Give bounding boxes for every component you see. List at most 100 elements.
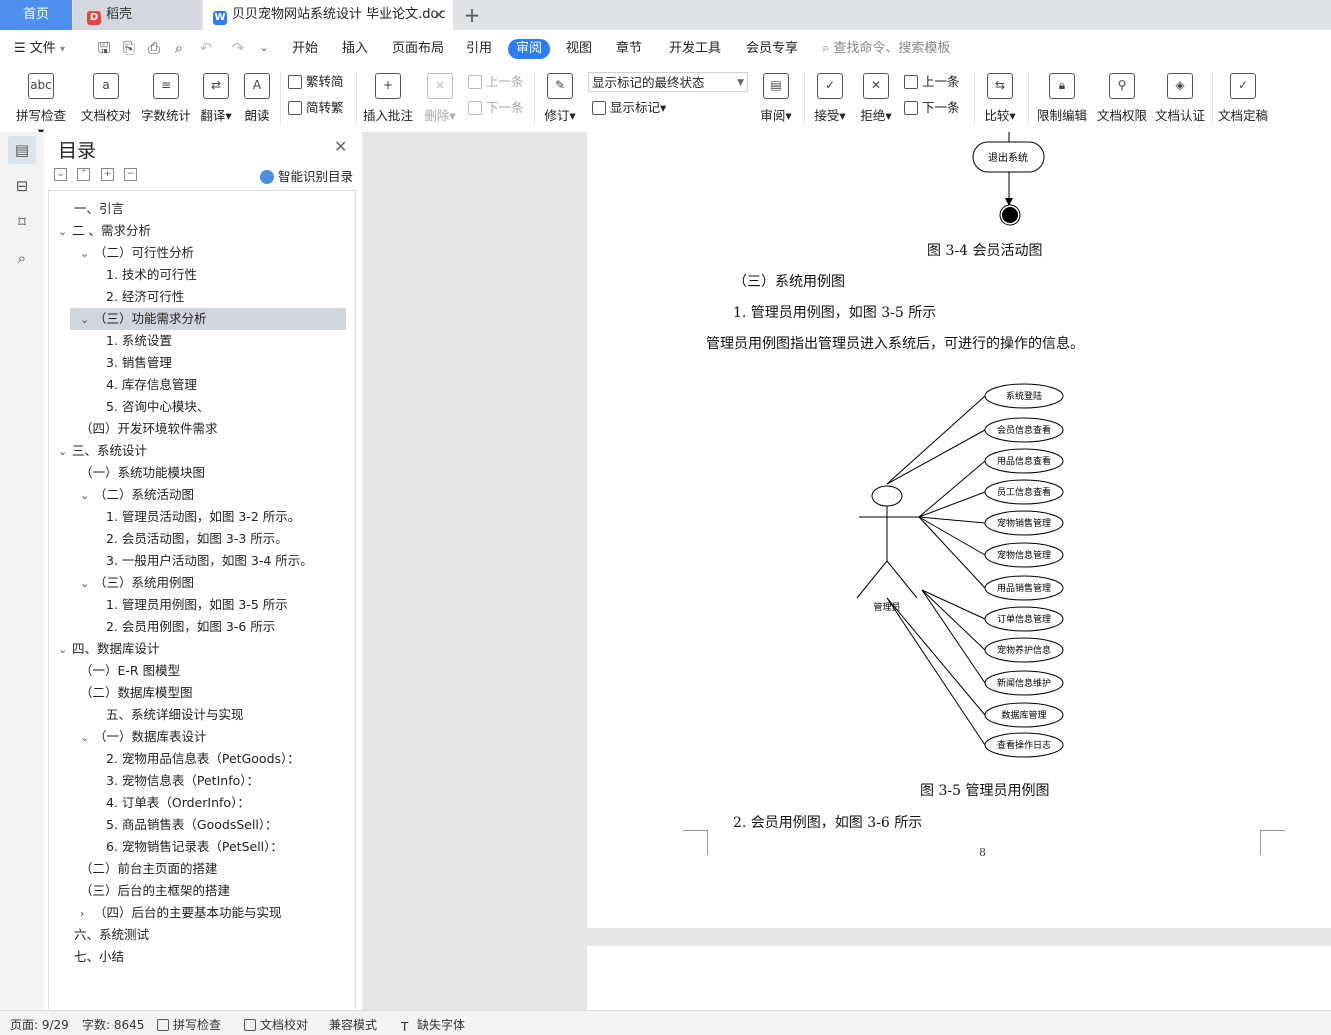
toc-item[interactable]: ⌄ （一）数据库表设计: [80, 726, 207, 748]
prev-comment-button[interactable]: 上一条: [468, 73, 524, 91]
toc-item[interactable]: 3. 销售管理: [106, 352, 172, 374]
menu-page-layout[interactable]: 页面布局: [392, 39, 444, 59]
chevron-down-icon[interactable]: ⌄: [80, 243, 94, 265]
toc-item[interactable]: 2. 会员活动图，如图 3-3 所示。: [106, 528, 288, 550]
new-tab-button[interactable]: +: [462, 0, 482, 30]
toc-item[interactable]: 2. 会员用例图，如图 3-6 所示: [106, 616, 275, 638]
menu-view[interactable]: 视图: [566, 39, 592, 59]
toc-item[interactable]: 七、小结: [74, 946, 124, 968]
chevron-down-icon[interactable]: ⌄: [58, 639, 72, 661]
status-proofread[interactable]: 文档校对: [244, 1016, 308, 1033]
insert-comment-button[interactable]: + 插入批注: [362, 71, 414, 127]
track-changes-button[interactable]: ✎ 修订▾: [542, 71, 578, 127]
restrict-edit-button[interactable]: 🔒︎ 限制编辑: [1036, 71, 1088, 127]
simp-to-trad-button[interactable]: 简转繁: [288, 99, 344, 117]
menu-review[interactable]: 审阅: [508, 39, 551, 59]
tab-home[interactable]: 首页: [0, 0, 72, 30]
print-preview-icon[interactable]: ⌕: [169, 38, 189, 58]
toc-item[interactable]: ⌄ 四、数据库设计: [58, 638, 160, 660]
markup-state-select[interactable]: 显示标记的最终状态 ▼: [588, 72, 748, 92]
toc-item[interactable]: ⌄ 二 、需求分析: [58, 220, 151, 242]
toc-item[interactable]: （一）系统功能模块图: [80, 462, 205, 484]
toc-item[interactable]: 4. 库存信息管理: [106, 374, 197, 396]
prev-change-button[interactable]: 上一条: [904, 73, 960, 91]
toc-item[interactable]: 1. 系统设置: [106, 330, 172, 352]
toc-item[interactable]: 一、引言: [74, 198, 124, 220]
show-markup-button[interactable]: 显示标记▾: [592, 99, 666, 117]
save-icon[interactable]: 🖫: [94, 38, 114, 58]
remove-heading-icon[interactable]: −: [124, 168, 137, 181]
close-icon[interactable]: ✕: [334, 137, 347, 156]
expand-up-icon[interactable]: ⌃: [77, 168, 90, 181]
toc-item[interactable]: 5. 咨询中心模块、: [106, 396, 209, 418]
bookmark-icon[interactable]: ⌑: [8, 208, 36, 236]
tab-document[interactable]: W 贝贝宠物网站系统设计 毕业论文.doc ×: [203, 0, 453, 30]
tab-daoke[interactable]: D 稻壳: [73, 0, 201, 30]
review-pane-button[interactable]: ▤ 审阅▾: [758, 71, 794, 127]
toc-item[interactable]: （一）E-R 图模型: [80, 660, 180, 682]
compare-button[interactable]: ⇆ 比较▾: [982, 71, 1018, 127]
proofread-button[interactable]: a 文档校对: [80, 71, 132, 127]
chevron-down-icon[interactable]: ⌄: [80, 485, 94, 507]
toc-item[interactable]: 4. 订单表（OrderInfo）：: [106, 792, 250, 814]
toc-item[interactable]: ⌄ 三、系统设计: [58, 440, 147, 462]
add-heading-icon[interactable]: +: [101, 168, 114, 181]
chevron-right-icon[interactable]: ›: [80, 903, 94, 925]
command-search[interactable]: ⌕ 查找命令、搜索模板: [822, 39, 950, 59]
menu-developer[interactable]: 开发工具: [669, 39, 721, 59]
toc-item[interactable]: 3. 一般用户活动图，如图 3-4 所示。: [106, 550, 313, 572]
menu-chapter[interactable]: 章节: [616, 39, 642, 59]
toc-item[interactable]: 2. 宠物用品信息表（PetGoods）：: [106, 748, 300, 770]
export-icon[interactable]: ⎘: [119, 38, 139, 58]
doc-certify-button[interactable]: ◈ 文档认证: [1154, 71, 1206, 127]
reject-button[interactable]: ✕ 拒绝▾: [858, 71, 894, 127]
doc-permission-button[interactable]: ⚲ 文档权限: [1096, 71, 1148, 127]
toc-item[interactable]: （二）前台主页面的搭建: [80, 858, 218, 880]
collapse-all-icon[interactable]: ⌄: [54, 168, 67, 181]
toc-item[interactable]: ⌄ （三）系统用例图: [80, 572, 194, 594]
chevron-down-icon[interactable]: ⌄: [58, 221, 72, 243]
menu-insert[interactable]: 插入: [342, 39, 368, 59]
chevron-down-icon[interactable]: ⌄: [80, 573, 94, 595]
toc-item[interactable]: ⌄ （二）可行性分析: [80, 242, 194, 264]
translate-button[interactable]: ⇄ 翻译▾: [198, 71, 234, 127]
toc-item[interactable]: 6. 宠物销售记录表（PetSell）：: [106, 836, 283, 858]
toc-panel-icon[interactable]: ▤: [8, 136, 36, 164]
redo-icon[interactable]: ↷: [228, 38, 248, 58]
close-tab-icon[interactable]: ×: [433, 0, 445, 30]
chevron-down-icon[interactable]: ⌄: [80, 727, 94, 749]
print-icon[interactable]: ⎙: [144, 38, 164, 58]
word-count-button[interactable]: ≡ 字数统计: [140, 71, 192, 127]
finalize-button[interactable]: ✓ 文档定稿: [1216, 71, 1270, 127]
menu-member[interactable]: 会员专享: [746, 39, 798, 59]
delete-comment-button[interactable]: × 删除▾: [422, 71, 458, 127]
toc-item[interactable]: 1. 管理员用例图，如图 3-5 所示: [106, 594, 288, 616]
toc-item[interactable]: （三）后台的主框架的搭建: [80, 880, 230, 902]
page-indicator[interactable]: 页面: 9/29: [10, 1016, 69, 1033]
menu-references[interactable]: 引用: [466, 39, 492, 59]
chevron-down-icon[interactable]: ⌄: [58, 441, 72, 463]
toc-item[interactable]: ⌄ （二）系统活动图: [80, 484, 194, 506]
quick-access-dropdown-icon[interactable]: ⌄: [254, 38, 274, 58]
toc-item[interactable]: 1. 管理员活动图，如图 3-2 所示。: [106, 506, 300, 528]
toc-item[interactable]: 五、系统详细设计与实现: [106, 704, 244, 726]
missing-font-button[interactable]: T 缺失字体: [401, 1016, 465, 1034]
toc-item[interactable]: （二）数据库模型图: [80, 682, 193, 704]
file-menu[interactable]: ☰ 文件 ▾: [14, 39, 65, 59]
read-aloud-button[interactable]: A 朗读: [242, 71, 272, 127]
toc-item[interactable]: 5. 商品销售表（GoodsSell）：: [106, 814, 278, 836]
toc-item[interactable]: 六、系统测试: [74, 924, 149, 946]
outline-icon[interactable]: ⊟: [8, 172, 36, 200]
chevron-down-icon[interactable]: ⌄: [80, 309, 94, 331]
status-spell-check[interactable]: 拼写检查: [157, 1016, 221, 1033]
toc-item[interactable]: ⌄ （三）功能需求分析: [80, 308, 207, 330]
next-comment-button[interactable]: 下一条: [468, 99, 524, 117]
word-count-indicator[interactable]: 字数: 8645: [82, 1016, 144, 1033]
document-next-page[interactable]: [587, 946, 1331, 1010]
toc-item[interactable]: 1. 技术的可行性: [106, 264, 197, 286]
menu-start[interactable]: 开始: [292, 39, 318, 59]
accept-button[interactable]: ✓ 接受▾: [812, 71, 848, 127]
next-change-button[interactable]: 下一条: [904, 99, 960, 117]
toc-item[interactable]: （四）开发环境软件需求: [80, 418, 218, 440]
toc-item[interactable]: › （四）后台的主要基本功能与实现: [80, 902, 282, 924]
